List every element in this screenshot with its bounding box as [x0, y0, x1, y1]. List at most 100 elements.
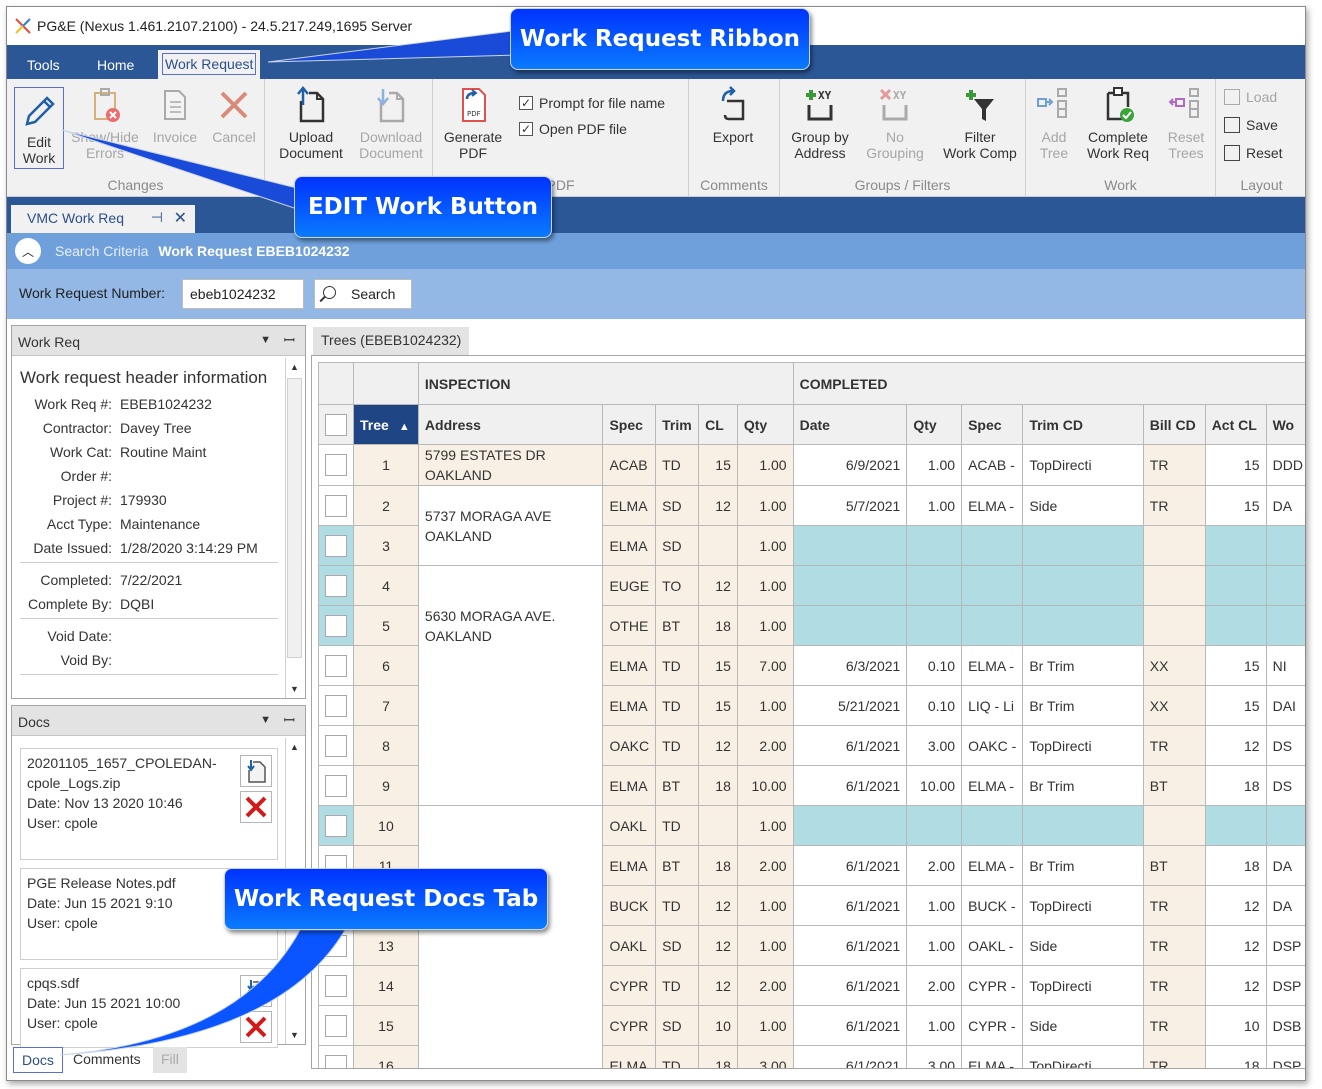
tab-docs[interactable]: Docs [13, 1047, 63, 1073]
cell-cl[interactable]: 12 [698, 885, 738, 926]
row-select-cell[interactable] [318, 1045, 354, 1068]
cell-wo[interactable] [1265, 805, 1305, 846]
cell-date[interactable] [792, 525, 908, 566]
complete-work-req-button[interactable]: Complete Work Req [1080, 85, 1156, 161]
cell-tree[interactable]: 15 [353, 1005, 419, 1046]
cell-qty[interactable]: 1.00 [736, 885, 794, 926]
work-req-scrollbar[interactable]: ▲ ▼ [285, 358, 303, 698]
row-select-cell[interactable] [318, 444, 354, 486]
cell-wo[interactable]: DSP [1265, 925, 1305, 966]
cell-qty[interactable]: 1.00 [736, 444, 794, 486]
cell-trim-cd[interactable] [1022, 605, 1144, 646]
row-checkbox[interactable] [325, 974, 347, 997]
cell-trim[interactable]: TD [655, 645, 700, 686]
cell-wo[interactable] [1265, 605, 1305, 646]
cell-spec[interactable]: BUCK [602, 885, 657, 926]
cell-date[interactable]: 6/1/2021 [792, 845, 908, 886]
cell-qty[interactable]: 1.00 [736, 925, 794, 966]
cell-bill-cd[interactable]: XX [1142, 685, 1206, 726]
cell-trim-cd[interactable]: Side [1022, 1005, 1144, 1046]
cell-date[interactable]: 6/1/2021 [792, 925, 908, 966]
row-select-cell[interactable] [318, 525, 354, 566]
cell-spec[interactable]: ELMA [602, 485, 657, 526]
cell-spec[interactable]: OAKL [602, 805, 657, 846]
invoice-button[interactable]: Invoice [147, 85, 203, 145]
column-header-trim-cd[interactable]: Trim CD [1022, 404, 1144, 445]
cell-cl[interactable]: 15 [698, 685, 738, 726]
cell-qty[interactable]: 2.00 [736, 725, 794, 766]
scroll-up-icon[interactable]: ▲ [286, 358, 303, 376]
cell-bill-cd[interactable]: TR [1142, 885, 1206, 926]
cell-wo[interactable] [1265, 525, 1305, 566]
cell-trim-cd[interactable] [1022, 525, 1144, 566]
cell-tree[interactable]: 7 [353, 685, 419, 726]
cell-tree[interactable]: 10 [353, 805, 419, 846]
cell-trim[interactable]: BT [655, 605, 700, 646]
delete-doc-button[interactable] [240, 1011, 272, 1043]
cell-bill-cd[interactable]: TR [1142, 1045, 1206, 1068]
cell-date[interactable]: 6/1/2021 [792, 725, 908, 766]
cell-trim-cd[interactable]: TopDirecti [1022, 965, 1144, 1006]
cell-date[interactable]: 6/1/2021 [792, 1045, 908, 1068]
cell-completed-spec[interactable] [961, 605, 1024, 646]
cell-act-cl[interactable] [1204, 605, 1267, 646]
cell-spec[interactable]: ELMA [602, 685, 657, 726]
cell-qty[interactable]: 3.00 [736, 1045, 794, 1068]
cell-cl[interactable]: 12 [698, 725, 738, 766]
doc-item[interactable]: 20201105_1657_CPOLEDAN-cpole_Logs.zip Dat… [20, 748, 278, 860]
layout-save-button[interactable]: Save [1224, 117, 1278, 133]
cell-qty[interactable]: 2.00 [736, 845, 794, 886]
cell-trim-cd[interactable]: Br Trim [1022, 765, 1144, 806]
cell-date[interactable] [792, 565, 908, 606]
row-select-cell[interactable] [318, 805, 354, 846]
pin-icon[interactable]: ⊣ [151, 209, 163, 226]
cell-wo[interactable]: DA [1265, 485, 1305, 526]
row-checkbox[interactable] [325, 654, 347, 677]
row-select-cell[interactable] [318, 725, 354, 766]
cell-date[interactable] [792, 805, 908, 846]
cell-wo[interactable]: DDD [1265, 444, 1305, 486]
cell-qty[interactable]: 1.00 [736, 685, 794, 726]
cell-bill-cd[interactable]: TR [1142, 925, 1206, 966]
cell-trim-cd[interactable]: Side [1022, 925, 1144, 966]
cell-act-cl[interactable]: 10 [1204, 1005, 1267, 1046]
cell-completed-qty[interactable] [906, 805, 963, 846]
cell-qty[interactable]: 7.00 [736, 645, 794, 686]
add-tree-button[interactable]: Add Tree [1032, 85, 1076, 161]
cell-cl[interactable]: 12 [698, 965, 738, 1006]
row-checkbox[interactable] [325, 934, 347, 957]
cell-act-cl[interactable]: 15 [1204, 645, 1267, 686]
tab-work-request[interactable]: Work Request [158, 50, 261, 79]
prompt-file-name-checkbox[interactable]: ✓ Prompt for file name [519, 95, 665, 111]
row-checkbox[interactable] [325, 694, 347, 717]
cell-spec[interactable]: ELMA [602, 765, 657, 806]
generate-pdf-button[interactable]: PDF Generate PDF [439, 85, 507, 161]
cell-trim[interactable]: TO [655, 565, 700, 606]
cell-cl[interactable]: 12 [698, 925, 738, 966]
cell-trim[interactable]: TD [655, 444, 700, 486]
tab-comments[interactable]: Comments [65, 1047, 149, 1073]
cell-completed-qty[interactable]: 2.00 [906, 845, 963, 886]
cell-qty[interactable]: 10.00 [736, 765, 794, 806]
row-select-cell[interactable] [318, 765, 354, 806]
cell-bill-cd[interactable] [1142, 605, 1206, 646]
table-row[interactable]: 100 MORAGA AVE OAKLANDOAKLTD1.00 [318, 805, 1305, 1068]
cell-wo[interactable]: DSP [1265, 965, 1305, 1006]
cell-trim[interactable]: SD [655, 525, 700, 566]
cell-completed-spec[interactable]: ELMA - [961, 845, 1024, 886]
no-grouping-button[interactable]: XY No Grouping [858, 85, 932, 161]
delete-doc-button[interactable] [240, 791, 272, 823]
cell-completed-qty[interactable]: 0.10 [906, 685, 963, 726]
cell-completed-spec[interactable] [961, 805, 1024, 846]
row-checkbox[interactable] [325, 814, 347, 837]
row-select-cell[interactable] [318, 965, 354, 1006]
cell-completed-spec[interactable]: BUCK - [961, 885, 1024, 926]
cell-tree[interactable]: 1 [353, 444, 419, 486]
cell-wo[interactable] [1265, 565, 1305, 606]
cell-cl[interactable] [698, 805, 738, 846]
tab-vmc-work-req[interactable]: VMC Work Req ⊣ ✕ [11, 205, 195, 233]
cell-cl[interactable] [698, 525, 738, 566]
cell-spec[interactable]: ACAB [602, 444, 657, 486]
cell-trim[interactable]: SD [655, 925, 700, 966]
tab-tools[interactable]: Tools [15, 53, 72, 79]
